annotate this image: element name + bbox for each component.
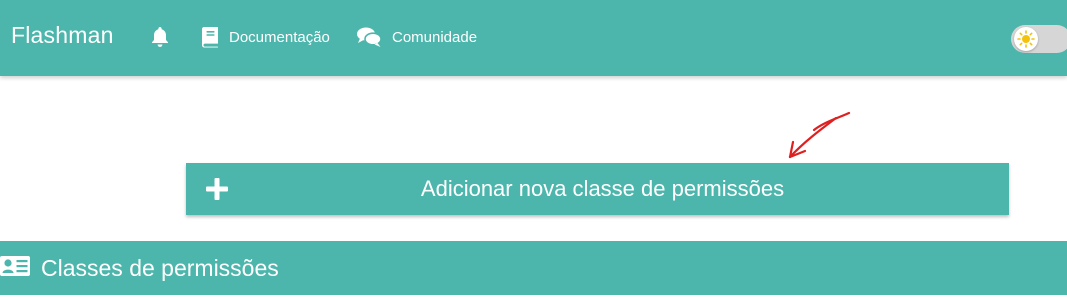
nav-link-community[interactable]: Comunidade bbox=[356, 24, 477, 50]
comments-icon bbox=[357, 27, 382, 47]
brand-logo[interactable]: Flashman bbox=[11, 22, 114, 49]
bell-icon bbox=[152, 27, 168, 47]
add-permission-class-button[interactable]: Adicionar nova classe de permissões bbox=[186, 163, 1009, 215]
theme-toggle-knob bbox=[1014, 27, 1038, 51]
add-permission-class-label: Adicionar nova classe de permissões bbox=[420, 176, 785, 201]
nav-link-community-label: Comunidade bbox=[392, 28, 478, 46]
notifications-button[interactable] bbox=[150, 24, 170, 50]
annotation-arrow bbox=[788, 111, 851, 159]
sun-icon bbox=[1017, 30, 1035, 48]
top-navbar: Flashman Documentação Comunidade bbox=[0, 0, 1067, 76]
permission-classes-header: Classes de permissões bbox=[0, 241, 1067, 295]
book-icon bbox=[202, 27, 218, 48]
section-title: Classes de permissões bbox=[41, 255, 279, 281]
theme-toggle[interactable] bbox=[1011, 25, 1067, 53]
nav-link-documentation[interactable]: Documentação bbox=[201, 24, 330, 50]
nav-link-documentation-label: Documentação bbox=[229, 28, 330, 46]
id-card-icon bbox=[0, 256, 30, 276]
